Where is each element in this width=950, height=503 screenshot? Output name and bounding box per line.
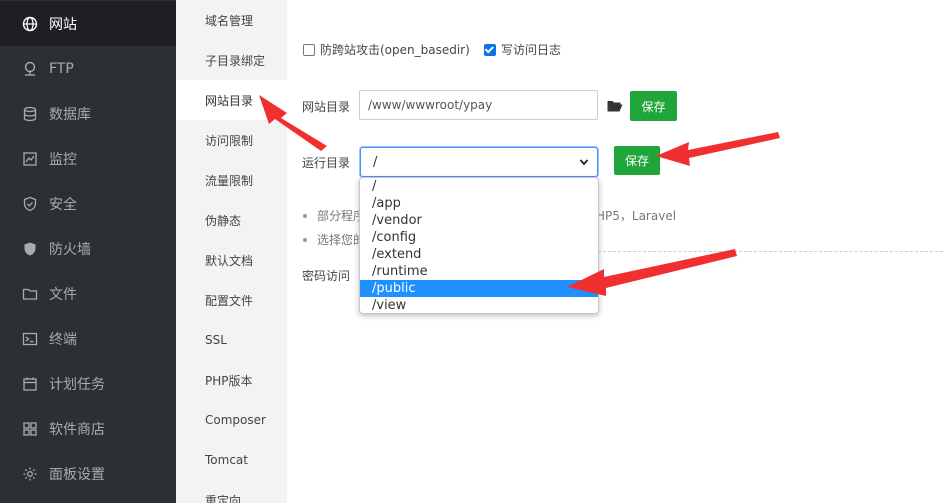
submenu-tomcat[interactable]: Tomcat — [176, 440, 287, 480]
note-text: 选择您的 — [317, 233, 366, 247]
sidebar-item-label: 文件 — [49, 286, 77, 303]
submenu-default-doc[interactable]: 默认文档 — [176, 240, 287, 280]
submenu-redirect[interactable]: 重定向 — [176, 480, 287, 503]
sidebar-item-ftp[interactable]: FTP — [0, 46, 176, 91]
ftp-icon — [22, 61, 38, 77]
sidebar-item-label: 数据库 — [49, 106, 91, 123]
dropdown-option[interactable]: /extend — [360, 246, 598, 263]
database-icon — [22, 106, 38, 122]
sidebar-item-label: 终端 — [49, 331, 77, 348]
sidebar-item-database[interactable]: 数据库 — [0, 91, 176, 136]
sidebar-item-terminal[interactable]: 终端 — [0, 316, 176, 361]
terminal-icon — [22, 331, 38, 347]
calendar-icon — [22, 376, 38, 392]
monitor-icon — [22, 151, 38, 167]
sidebar-item-cron[interactable]: 计划任务 — [0, 361, 176, 406]
submenu-subdir-bind[interactable]: 子目录绑定 — [176, 40, 287, 80]
submenu-domain[interactable]: 域名管理 — [176, 0, 287, 40]
sidebar-item-monitor[interactable]: 监控 — [0, 136, 176, 181]
dropdown-option-selected[interactable]: /public — [360, 280, 598, 297]
checkbox-box[interactable] — [484, 43, 496, 56]
dropdown-option[interactable]: /view — [360, 297, 598, 313]
submenu-access-limit[interactable]: 访问限制 — [176, 120, 287, 160]
chevron-down-icon — [579, 159, 589, 166]
dropdown-option[interactable]: /app — [360, 195, 598, 212]
site-dir-panel: 防跨站攻击(open_basedir) 写访问日志 网站目录 /www/wwwr… — [287, 0, 950, 503]
sidebar-item-label: 安全 — [49, 196, 77, 213]
save-site-dir-button[interactable]: 保存 — [630, 91, 677, 121]
apps-icon — [22, 421, 38, 437]
submenu-rewrite[interactable]: 伪静态 — [176, 200, 287, 240]
globe-icon — [22, 16, 38, 32]
note-item: 选择您的 — [303, 231, 365, 248]
site-settings-menu: 域名管理 子目录绑定 网站目录 访问限制 流量限制 伪静态 默认文档 配置文件 … — [176, 0, 287, 503]
folder-icon — [22, 286, 38, 302]
run-dir-select-value: / — [373, 154, 378, 170]
sidebar-item-security[interactable]: 安全 — [0, 181, 176, 226]
sidebar-item-label: 网站 — [49, 16, 77, 33]
sidebar-item-label: 软件商店 — [49, 421, 105, 438]
note-text-tail: HP5，Laravel — [596, 209, 677, 223]
open-basedir-checkbox[interactable]: 防跨站攻击(open_basedir) — [303, 41, 470, 58]
dropdown-option[interactable]: /vendor — [360, 212, 598, 229]
dropdown-option[interactable]: / — [360, 178, 598, 195]
access-log-label: 写访问日志 — [501, 43, 562, 57]
submenu-composer[interactable]: Composer — [176, 400, 287, 440]
sidebar-item-label: 防火墙 — [49, 241, 91, 258]
run-dir-label: 运行目录 — [302, 156, 351, 170]
main-sidebar: 网站 FTP 数据库 监控 安全 防火墙 文件 终端 计划任务 软件商店 面板设… — [0, 0, 176, 503]
submenu-traffic-limit[interactable]: 流量限制 — [176, 160, 287, 200]
firewall-icon — [22, 241, 38, 257]
dropdown-option[interactable]: /config — [360, 229, 598, 246]
submenu-ssl[interactable]: SSL — [176, 320, 287, 360]
checkbox-box[interactable] — [303, 43, 315, 56]
sidebar-item-label: 监控 — [49, 151, 77, 168]
divider — [598, 251, 943, 252]
shield-icon — [22, 196, 38, 212]
site-dir-input[interactable]: /www/wwwroot/ypay — [359, 90, 598, 120]
run-dir-select[interactable]: / — [360, 147, 598, 177]
submenu-config-file[interactable]: 配置文件 — [176, 280, 287, 320]
note-item: 部分程序 — [303, 207, 365, 224]
submenu-php-version[interactable]: PHP版本 — [176, 360, 287, 400]
note-text: 部分程序 — [317, 209, 366, 223]
save-run-dir-button[interactable]: 保存 — [614, 146, 660, 175]
open-basedir-label: 防跨站攻击(open_basedir) — [320, 43, 470, 57]
sidebar-item-label: 计划任务 — [49, 376, 105, 393]
sidebar-item-settings[interactable]: 面板设置 — [0, 451, 176, 496]
sidebar-item-store[interactable]: 软件商店 — [0, 406, 176, 451]
sidebar-item-label: FTP — [49, 60, 74, 77]
access-log-checkbox[interactable]: 写访问日志 — [484, 41, 561, 58]
bullet-dot — [303, 237, 307, 242]
folder-open-icon[interactable] — [607, 99, 623, 113]
sidebar-item-files[interactable]: 文件 — [0, 271, 176, 316]
dropdown-option[interactable]: /runtime — [360, 263, 598, 280]
site-dir-label: 网站目录 — [302, 100, 351, 114]
bullet-dot — [303, 213, 307, 218]
gear-icon — [22, 466, 38, 482]
run-dir-dropdown[interactable]: / /app /vendor /config /extend /runtime … — [359, 177, 599, 314]
submenu-site-dir[interactable]: 网站目录 — [176, 80, 287, 120]
password-access-label: 密码访问 — [302, 269, 351, 283]
sidebar-item-firewall[interactable]: 防火墙 — [0, 226, 176, 271]
sidebar-item-label: 面板设置 — [49, 466, 105, 483]
sidebar-item-website[interactable]: 网站 — [0, 1, 176, 46]
